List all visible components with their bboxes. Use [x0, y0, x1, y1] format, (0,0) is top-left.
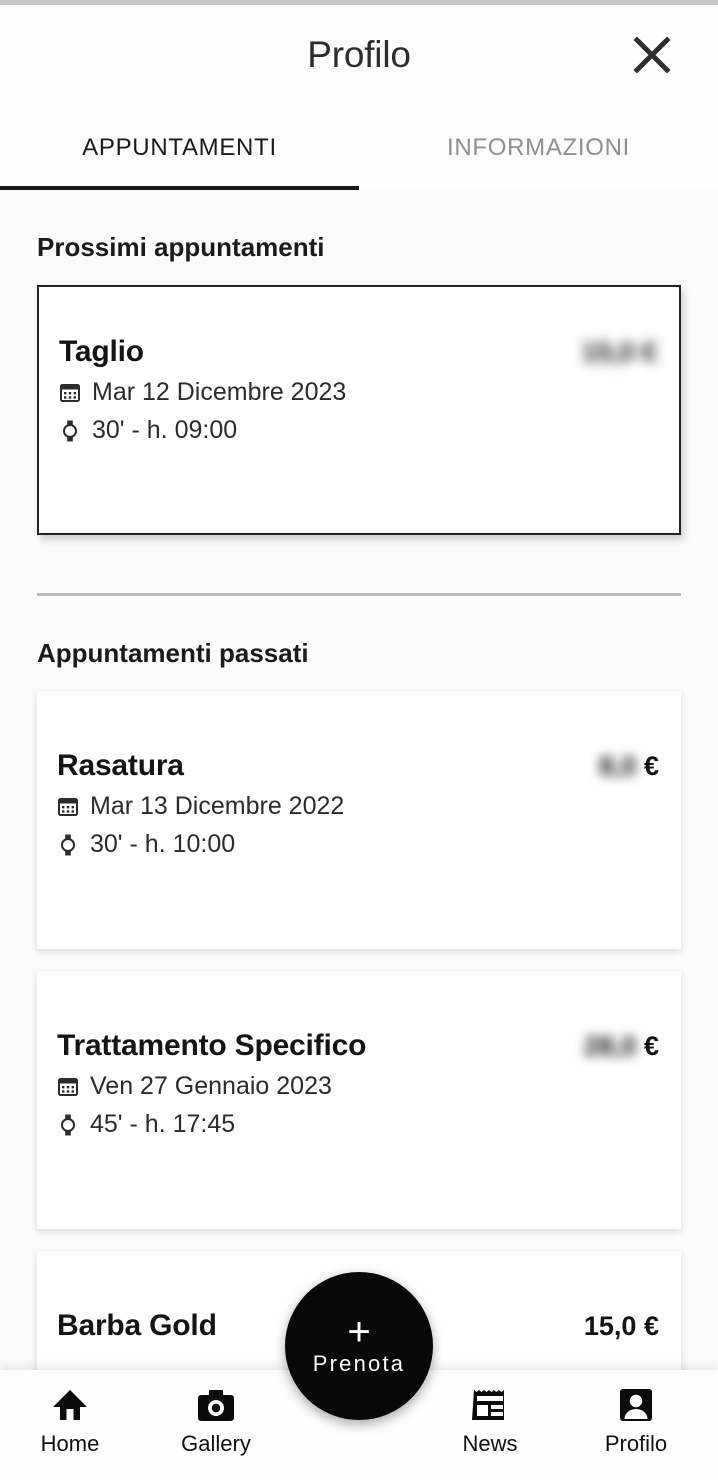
watch-icon: [57, 833, 79, 857]
appointment-date: Mar 12 Dicembre 2023: [92, 378, 347, 406]
person-badge-icon: [619, 1384, 653, 1426]
nav-item-news[interactable]: News: [430, 1384, 550, 1457]
tab-bar: APPUNTAMENTI INFORMAZIONI: [0, 105, 718, 190]
calendar-icon: [57, 795, 79, 819]
calendar-icon: [57, 1075, 79, 1099]
service-price: 15,0 €: [584, 1311, 659, 1342]
nav-item-profilo[interactable]: Profilo: [576, 1384, 696, 1457]
service-price: 15,0 €: [581, 337, 657, 367]
appointment-time-row: 30' - h. 09:00: [59, 416, 679, 445]
service-name: Rasatura: [57, 749, 184, 782]
nav-label-gallery: Gallery: [181, 1431, 251, 1456]
service-row: Rasatura 8,0 €: [57, 749, 681, 783]
service-row: Trattamento Specifico 28,0 €: [57, 1029, 681, 1063]
fab-label: Prenota: [312, 1351, 406, 1376]
price-currency: €: [643, 1031, 659, 1061]
close-icon[interactable]: [624, 27, 680, 83]
appointments-scroll-area[interactable]: Prossimi appuntamenti Taglio 15,0 € Mar …: [0, 190, 718, 1370]
appointment-duration-time: 45' - h. 17:45: [90, 1110, 236, 1138]
service-name: Barba Gold: [57, 1309, 217, 1342]
upcoming-section-title: Prossimi appuntamenti: [37, 232, 325, 262]
appointment-duration-time: 30' - h. 09:00: [92, 416, 238, 444]
card-content: Trattamento Specifico 28,0 € Ven 27 Genn…: [37, 971, 681, 1139]
appointment-date-row: Mar 13 Dicembre 2022: [57, 792, 681, 821]
appointment-time-row: 45' - h. 17:45: [57, 1110, 681, 1139]
card-content: Taglio 15,0 € Mar 12 Dicembre 2023 30' -…: [39, 287, 679, 445]
appointment-date-row: Ven 27 Gennaio 2023: [57, 1072, 681, 1101]
profile-screen: Profilo APPUNTAMENTI INFORMAZIONI Prossi…: [0, 0, 718, 1480]
price-amount: 15,0: [583, 1311, 637, 1341]
price-amount: 8,0: [598, 751, 637, 781]
tab-appuntamenti[interactable]: APPUNTAMENTI: [0, 105, 359, 190]
appointment-card-upcoming[interactable]: Taglio 15,0 € Mar 12 Dicembre 2023 30' -…: [37, 285, 681, 535]
appointment-card-past[interactable]: Trattamento Specifico 28,0 € Ven 27 Genn…: [37, 971, 681, 1229]
section-divider: [37, 593, 681, 596]
price-currency: €: [643, 1311, 659, 1341]
past-section-title: Appuntamenti passati: [37, 638, 309, 668]
nav-label-profilo: Profilo: [604, 1431, 668, 1456]
watch-icon: [57, 1113, 79, 1137]
tab-appuntamenti-label: APPUNTAMENTI: [82, 133, 277, 161]
home-icon: [51, 1384, 89, 1426]
tab-informazioni-label: INFORMAZIONI: [446, 133, 631, 161]
service-name: Taglio: [59, 335, 144, 368]
appointment-date-row: Mar 12 Dicembre 2023: [59, 378, 679, 407]
service-price: 28,0 €: [584, 1031, 659, 1062]
watch-icon: [59, 419, 81, 443]
modal-header: Profilo: [0, 5, 718, 105]
camera-icon: [196, 1384, 236, 1426]
nav-label-news: News: [462, 1431, 518, 1456]
nav-item-home[interactable]: Home: [10, 1384, 130, 1457]
service-name: Trattamento Specifico: [57, 1029, 367, 1062]
page-title: Profilo: [307, 34, 411, 75]
appointment-date: Mar 13 Dicembre 2022: [90, 792, 345, 820]
appointment-date: Ven 27 Gennaio 2023: [90, 1072, 332, 1100]
appointment-card-past[interactable]: Rasatura 8,0 € Mar 13 Dicembre 2022 30' …: [37, 691, 681, 949]
price-currency: €: [643, 751, 659, 781]
tab-informazioni[interactable]: INFORMAZIONI: [359, 105, 718, 190]
prenota-fab-button[interactable]: + Prenota: [285, 1272, 433, 1420]
nav-label-home: Home: [40, 1431, 100, 1456]
price-amount: 28,0: [583, 1031, 637, 1061]
card-content: Rasatura 8,0 € Mar 13 Dicembre 2022 30' …: [37, 691, 681, 859]
appointment-time-row: 30' - h. 10:00: [57, 830, 681, 859]
appointment-duration-time: 30' - h. 10:00: [90, 830, 236, 858]
plus-icon: +: [347, 1310, 371, 1354]
service-price: 8,0 €: [599, 751, 659, 782]
service-row: Taglio 15,0 €: [59, 335, 679, 369]
newspaper-icon: [471, 1384, 509, 1426]
calendar-icon: [59, 381, 81, 405]
nav-item-gallery[interactable]: Gallery: [156, 1384, 276, 1457]
